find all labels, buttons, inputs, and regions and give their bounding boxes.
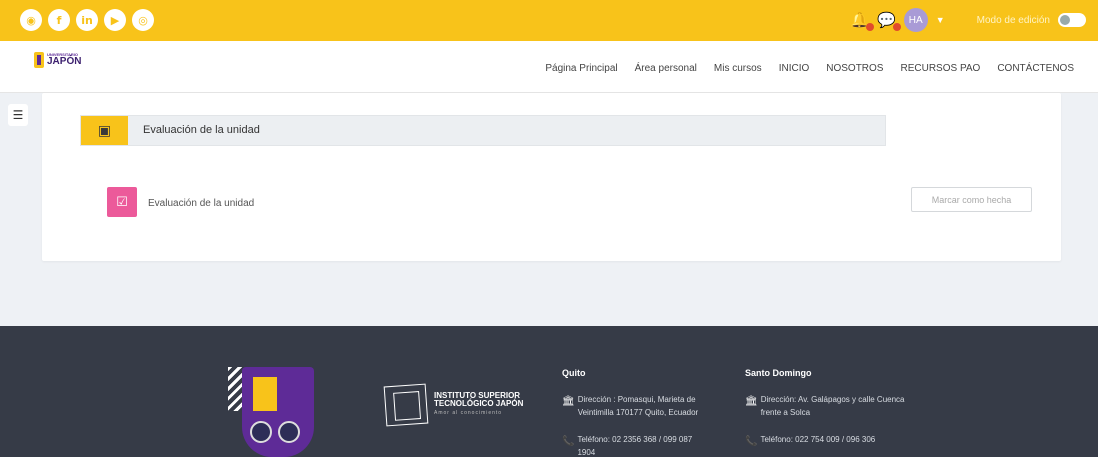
edit-mode-toggle[interactable] (1058, 13, 1086, 27)
institute-name: INSTITUTO SUPERIOR TECNOLÓGICO JAPÓN Amo… (434, 391, 524, 416)
city-title: Quito (562, 368, 586, 378)
address-text: Dirección : Pomasqui, Marieta de Veintim… (577, 395, 699, 418)
nav-item-inicio[interactable]: INICIO (779, 63, 810, 74)
nav-item-nosotros[interactable]: NOSOTROS (826, 63, 883, 74)
building-icon: 🏛 (562, 396, 575, 408)
nav-item-recursos[interactable]: RECURSOS PAO (900, 63, 980, 74)
university-crest-logo (228, 363, 324, 457)
logo-title: JAPÓN (47, 56, 82, 67)
nav-item-home[interactable]: Página Principal (545, 63, 617, 74)
section-header[interactable]: ▣ Evaluación de la unidad (80, 115, 886, 146)
user-tools: 🔔 💬 HA ▼ Modo de edición (850, 8, 1086, 32)
main-navbar: UNIVERSITARIO JAPÓN Página Principal Áre… (0, 41, 1098, 93)
nav-item-my-courses[interactable]: Mis cursos (714, 63, 762, 74)
instagram-icon[interactable]: ◎ (132, 9, 154, 31)
phone-icon: 📞 (745, 435, 758, 447)
address-text: Dirección: Av. Galápagos y calle Cuenca … (760, 395, 905, 418)
mark-as-done-button[interactable]: Marcar como hecha (911, 187, 1032, 212)
social-links: ◉ f in ▶ ◎ (20, 9, 154, 31)
main-menu: Página Principal Área personal Mis curso… (545, 63, 1074, 74)
building-icon: 🏛 (745, 396, 758, 408)
evaluation-icon: ▣ (81, 116, 128, 145)
phone-text: Teléfono: 022 754 009 / 096 306 (760, 434, 876, 444)
logo-mark-icon (34, 52, 44, 68)
course-index-toggle-icon[interactable]: ☰ (8, 104, 28, 126)
footer-quito: Quito 🏛 Dirección : Pomasqui, Marieta de … (562, 366, 712, 457)
linkedin-icon[interactable]: in (76, 9, 98, 31)
footer-santo-domingo: Santo Domingo 🏛 Dirección: Av. Galápagos … (745, 366, 910, 457)
chevron-down-icon[interactable]: ▼ (936, 15, 945, 25)
course-section-card: ▣ Evaluación de la unidad ☑ Evaluación d… (42, 93, 1061, 261)
nav-item-personal-area[interactable]: Área personal (635, 63, 697, 74)
facebook-icon[interactable]: f (48, 9, 70, 31)
messages-icon[interactable]: 💬 (877, 11, 901, 31)
globe-icon[interactable]: ◉ (20, 9, 42, 31)
nav-item-contact[interactable]: CONTÁCTENOS (997, 63, 1074, 74)
top-bar: ◉ f in ▶ ◎ 🔔 💬 HA ▼ Modo de edición (0, 0, 1098, 41)
city-title: Santo Domingo (745, 368, 812, 378)
notifications-bell-icon[interactable]: 🔔 (850, 11, 874, 31)
activity-link[interactable]: Evaluación de la unidad (148, 198, 254, 209)
youtube-icon[interactable]: ▶ (104, 9, 126, 31)
section-title: Evaluación de la unidad (143, 124, 260, 136)
site-logo[interactable]: UNIVERSITARIO JAPÓN (34, 52, 81, 68)
phone-text: Teléfono: 02 2356 368 / 099 087 1904 (577, 434, 693, 457)
phone-icon: 📞 (562, 435, 575, 447)
institute-logo-icon (383, 383, 429, 427)
edit-mode-label: Modo de edición (976, 14, 1050, 26)
assignment-icon[interactable]: ☑ (107, 187, 137, 217)
user-avatar[interactable]: HA (903, 8, 928, 32)
site-footer: INSTITUTO SUPERIOR TECNOLÓGICO JAPÓN Amo… (0, 326, 1098, 457)
